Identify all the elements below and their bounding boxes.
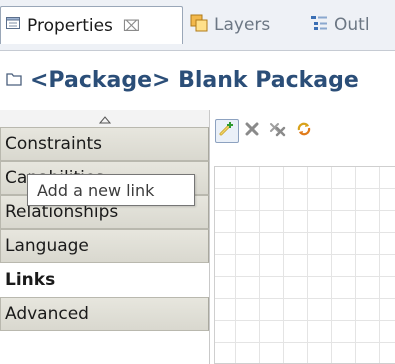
category-advanced[interactable]: Advanced	[0, 297, 209, 331]
package-icon	[6, 71, 22, 90]
tab-properties[interactable]: Properties ⌧	[0, 6, 183, 44]
layers-icon	[190, 14, 208, 37]
refresh-icon	[295, 120, 313, 142]
close-tab-icon[interactable]: ⌧	[123, 17, 140, 35]
tooltip: Add a new link	[27, 174, 195, 206]
tab-label: Outl	[334, 15, 370, 35]
category-constraints[interactable]: Constraints	[0, 127, 209, 161]
links-table[interactable]	[214, 166, 395, 364]
properties-header: <Package> Blank Package	[0, 51, 395, 109]
add-link-button[interactable]	[215, 119, 239, 143]
category-list: Constraints Capabilities Relationships L…	[0, 110, 209, 364]
tab-label: Properties	[27, 15, 113, 36]
tab-outline[interactable]: Outl	[310, 6, 395, 44]
scroll-up-button[interactable]	[0, 110, 209, 128]
category-language[interactable]: Language	[0, 229, 209, 263]
delete-link-button[interactable]	[240, 119, 264, 143]
scroll-up-icon	[98, 109, 111, 128]
outline-icon	[310, 14, 328, 37]
add-link-icon	[218, 120, 236, 142]
category-links[interactable]: Links	[0, 263, 209, 297]
refresh-links-button[interactable]	[292, 119, 316, 143]
delete-all-links-button[interactable]	[266, 119, 290, 143]
links-panel	[209, 110, 395, 364]
delete-all-icon	[269, 120, 287, 142]
delete-icon	[244, 121, 260, 141]
properties-icon	[5, 15, 21, 36]
page-title: <Package> Blank Package	[30, 67, 359, 93]
tab-layers[interactable]: Layers	[186, 6, 296, 44]
view-tab-bar: Properties ⌧ Layers Outl	[0, 0, 395, 51]
tab-label: Layers	[214, 15, 271, 35]
